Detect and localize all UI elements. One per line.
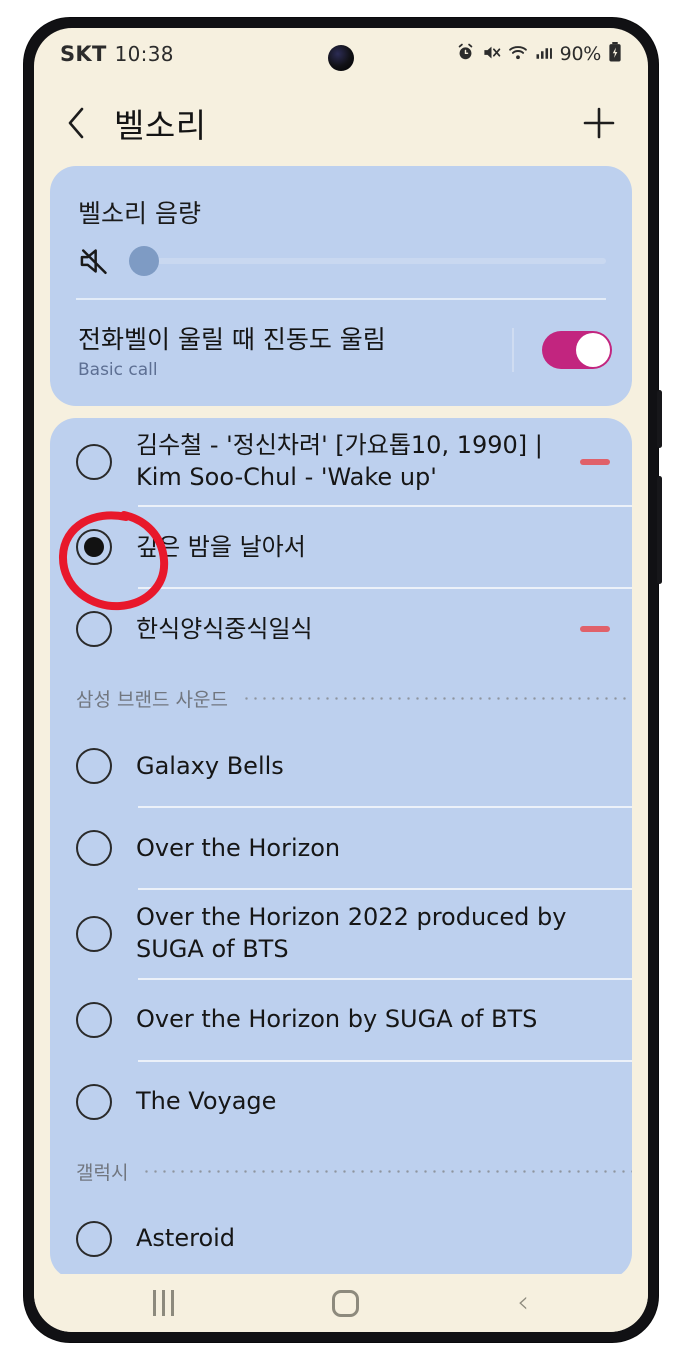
radio-button[interactable] xyxy=(76,916,112,953)
system-navigation-bar: ‹ xyxy=(34,1274,648,1332)
ringtone-item[interactable]: The Voyage xyxy=(50,1062,632,1142)
ringtone-list: 김수철 - '정신차려' [가요톱10, 1990] | Kim Soo-Chu… xyxy=(50,418,632,1279)
section-title: 갤럭시 xyxy=(76,1161,129,1184)
wifi-icon xyxy=(508,43,528,66)
ringtone-label: Over the Horizon xyxy=(136,833,341,862)
slider-thumb[interactable] xyxy=(129,246,160,276)
volume-settings-card: 벨소리 음량 전화벨이 울릴 때 진동도 울림 Basic call xyxy=(50,166,632,406)
speaker-mute-icon[interactable] xyxy=(78,244,112,278)
volume-side-button[interactable] xyxy=(657,390,662,448)
ringtone-item[interactable]: Over the Horizon 2022 produced by SUGA o… xyxy=(50,890,632,977)
ringtone-item[interactable]: 깊은 밤을 날아서 xyxy=(50,507,632,587)
vibrate-row-texts: 전화벨이 울릴 때 진동도 울림 Basic call xyxy=(78,320,500,380)
mute-icon xyxy=(482,43,501,66)
slider-track xyxy=(130,258,606,264)
vibrate-title: 전화벨이 울릴 때 진동도 울림 xyxy=(78,325,386,354)
delete-minus-icon[interactable] xyxy=(580,626,610,633)
toggle-separator xyxy=(512,328,514,372)
section-header: 갤럭시 xyxy=(50,1142,632,1199)
radio-button[interactable] xyxy=(76,1083,112,1120)
ringtone-label: Over the Horizon 2022 produced by SUGA o… xyxy=(136,903,567,964)
ringtone-label: Galaxy Bells xyxy=(136,751,284,780)
status-bar-left: SKT 10:38 xyxy=(60,42,174,66)
clock-label: 10:38 xyxy=(114,42,174,66)
ringtone-item[interactable]: Asteroid xyxy=(50,1199,632,1279)
add-ringtone-button[interactable] xyxy=(576,100,622,146)
ringtone-label: Asteroid xyxy=(136,1223,236,1252)
ringtone-label: 김수철 - '정신차려' [가요톱10, 1990] | Kim Soo-Chu… xyxy=(136,431,543,491)
app-bar: 벨소리 xyxy=(34,80,648,166)
section-title: 삼성 브랜드 사운드 xyxy=(76,689,228,712)
back-navigation-button[interactable] xyxy=(56,99,96,147)
recents-icon[interactable] xyxy=(153,1290,174,1316)
ringtone-label: The Voyage xyxy=(136,1086,277,1115)
toggle-knob xyxy=(576,333,610,367)
radio-button[interactable] xyxy=(76,443,112,480)
alarm-icon xyxy=(456,43,475,66)
radio-button[interactable] xyxy=(76,611,112,648)
back-icon[interactable]: ‹ xyxy=(517,1288,529,1318)
ringtone-item[interactable]: Galaxy Bells xyxy=(50,726,632,806)
phone-frame: SKT 10:38 90% 벨소리 벨소리 음량 전화벨이 울릴 때 진동도 울… xyxy=(24,18,662,1342)
delete-minus-icon[interactable] xyxy=(580,458,610,465)
radio-button[interactable] xyxy=(76,830,112,867)
radio-button[interactable] xyxy=(76,1220,112,1257)
ringtone-item[interactable]: Over the Horizon xyxy=(50,808,632,888)
section-dotted-rule xyxy=(142,1169,632,1173)
carrier-label: SKT xyxy=(60,42,107,66)
front-camera-punch-hole xyxy=(328,45,354,71)
vibrate-subtitle: Basic call xyxy=(78,360,158,380)
ringtone-label: 깊은 밤을 날아서 xyxy=(136,532,306,561)
ringtone-volume-slider[interactable] xyxy=(129,246,606,276)
status-bar: SKT 10:38 90% xyxy=(34,28,648,80)
ringtone-label: Over the Horizon by SUGA of BTS xyxy=(136,1004,538,1033)
section-header: 삼성 브랜드 사운드 xyxy=(50,669,632,726)
vibrate-when-ringing-row[interactable]: 전화벨이 울릴 때 진동도 울림 Basic call xyxy=(50,300,632,404)
radio-button[interactable] xyxy=(76,748,112,785)
radio-button[interactable] xyxy=(76,1001,112,1038)
phone-screen: SKT 10:38 90% 벨소리 벨소리 음량 전화벨이 울릴 때 진동도 울… xyxy=(34,28,648,1332)
ringtone-list-card: 김수철 - '정신차려' [가요톱10, 1990] | Kim Soo-Chu… xyxy=(50,418,632,1279)
ringtone-volume-row xyxy=(50,236,632,298)
ringtone-volume-label: 벨소리 음량 xyxy=(78,199,201,228)
battery-percent-label: 90% xyxy=(559,43,602,65)
ringtone-item[interactable]: 김수철 - '정신차려' [가요톱10, 1990] | Kim Soo-Chu… xyxy=(50,418,632,505)
radio-button-selected[interactable] xyxy=(76,529,112,566)
plus-icon xyxy=(583,107,615,139)
section-dotted-rule xyxy=(241,697,632,701)
chevron-left-icon xyxy=(68,107,84,139)
power-side-button[interactable] xyxy=(657,476,662,584)
page-title: 벨소리 xyxy=(114,106,207,145)
ringtone-item[interactable]: 한식양식중식일식 xyxy=(50,589,632,669)
battery-charging-icon xyxy=(608,42,622,66)
vibrate-toggle-switch[interactable] xyxy=(542,331,612,369)
ringtone-item[interactable]: Over the Horizon by SUGA of BTS xyxy=(50,980,632,1060)
status-bar-right: 90% xyxy=(456,42,622,66)
ringtone-label: 한식양식중식일식 xyxy=(136,614,313,643)
home-icon[interactable] xyxy=(332,1289,359,1317)
signal-icon xyxy=(535,43,553,65)
